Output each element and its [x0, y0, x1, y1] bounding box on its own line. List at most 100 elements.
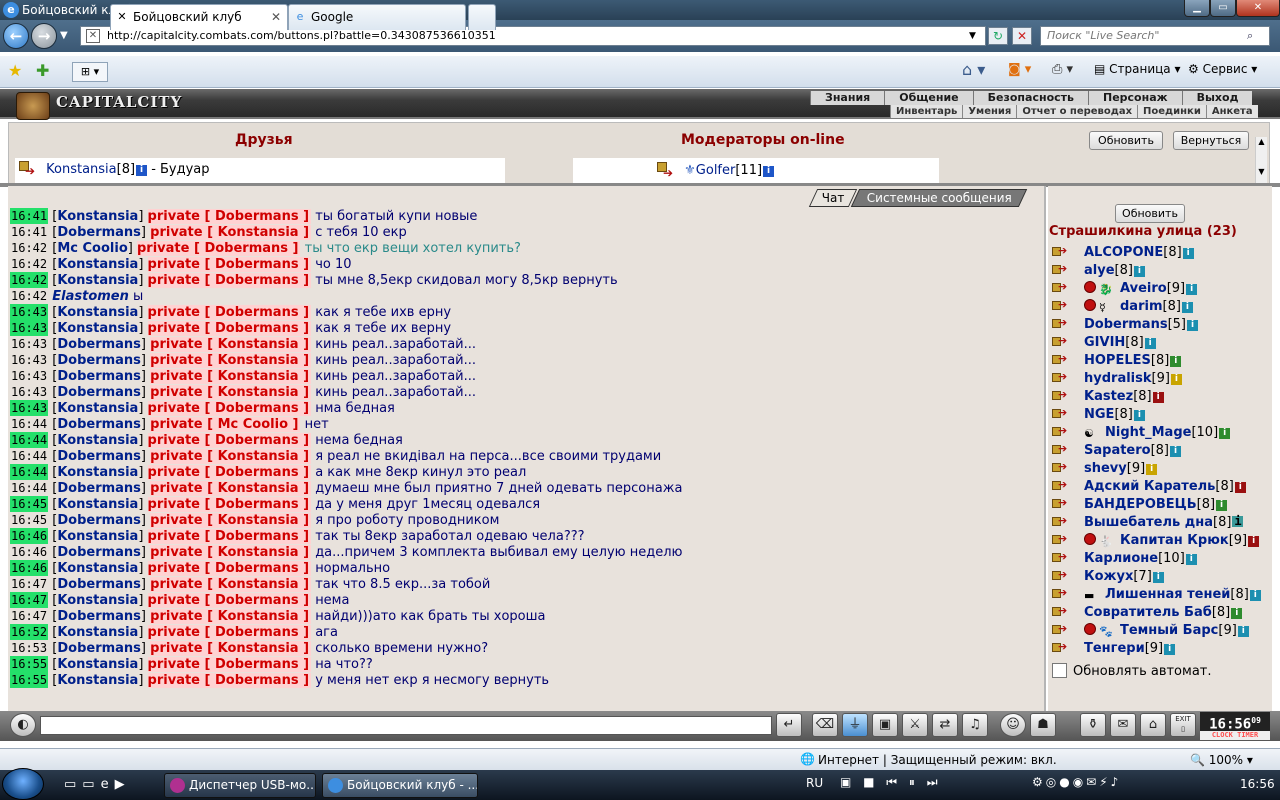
message-time[interactable]: 16:43	[10, 336, 48, 352]
private-recipient[interactable]: private [ Dobermans ]	[147, 209, 312, 224]
page-menu[interactable]: ▤ Страница ▾	[1094, 62, 1181, 76]
private-recipient[interactable]: private [ Dobermans ]	[147, 593, 312, 608]
user-name[interactable]: Адский Каратель	[1084, 479, 1215, 494]
private-arrow-icon[interactable]	[1052, 244, 1074, 260]
bag-icon[interactable]: ⚱	[1080, 713, 1106, 737]
message-sender[interactable]: Konstansia	[57, 433, 138, 448]
user-row[interactable]: shevy[9]i	[1050, 460, 1272, 478]
user-name[interactable]: Вышебатель дна	[1084, 515, 1213, 530]
message-sender[interactable]: Dobermans	[57, 545, 141, 560]
private-recipient[interactable]: private [ Dobermans ]	[147, 273, 312, 288]
info-icon[interactable]: i	[1181, 302, 1193, 313]
message-sender[interactable]: Konstansia	[57, 257, 138, 272]
friend-row[interactable]: Konstansia[8]i - Будуар	[15, 158, 505, 183]
user-row[interactable]: GIVIH[8]i	[1050, 334, 1272, 352]
message-time[interactable]: 16:47	[10, 576, 48, 592]
private-arrow-icon[interactable]	[19, 159, 39, 183]
tab-system-messages[interactable]: Системные сообщения	[850, 189, 1028, 207]
message-time[interactable]: 16:44	[10, 464, 49, 480]
recipient-name[interactable]: Dobermans	[215, 529, 299, 544]
tab-google[interactable]: e Google	[288, 4, 466, 30]
save-chat-icon[interactable]: ▣	[872, 713, 898, 737]
menu-exit[interactable]: Выход	[1181, 91, 1253, 105]
message-time[interactable]: 16:46	[10, 528, 49, 544]
message-sender[interactable]: Konstansia	[57, 625, 138, 640]
private-recipient[interactable]: private [ Dobermans ]	[147, 401, 312, 416]
user-row[interactable]: Kastez[8]i	[1050, 388, 1272, 406]
recipient-name[interactable]: Konstansia	[218, 609, 299, 624]
security-zone[interactable]: Интернет | Защищенный режим: вкл.	[818, 753, 1057, 767]
user-name[interactable]: shevy	[1084, 461, 1127, 476]
user-row[interactable]: Совратитель Баб[8]i	[1050, 604, 1272, 622]
private-recipient[interactable]: private [ Konstansia ]	[150, 513, 312, 528]
start-button[interactable]	[2, 768, 44, 800]
user-name[interactable]: ALCOPONE	[1084, 245, 1163, 260]
menu-profile[interactable]: Анкета	[1205, 105, 1258, 118]
private-recipient[interactable]: private [ Konstansia ]	[150, 545, 312, 560]
private-recipient[interactable]: private [ Konstansia ]	[150, 481, 312, 496]
info-icon[interactable]: i	[136, 165, 148, 176]
search-icon[interactable]: ⌕	[1247, 27, 1253, 45]
stop-icon[interactable]: ✕	[1012, 27, 1032, 45]
recipient-name[interactable]: Konstansia	[218, 353, 299, 368]
tools-menu[interactable]: ⚙ Сервис ▾	[1188, 62, 1257, 76]
recipient-name[interactable]: Dobermans	[215, 625, 299, 640]
message-time[interactable]: 16:55	[10, 672, 49, 688]
recipient-name[interactable]: Dobermans	[215, 273, 299, 288]
user-name[interactable]: alye	[1084, 263, 1115, 278]
tab-chat[interactable]: Чат	[808, 189, 858, 207]
info-icon[interactable]: i	[1144, 338, 1156, 349]
message-sender[interactable]: Konstansia	[57, 561, 138, 576]
message-time[interactable]: 16:42	[10, 240, 48, 256]
message-sender[interactable]: Konstansia	[57, 305, 138, 320]
private-recipient[interactable]: private [ Dobermans ]	[147, 625, 312, 640]
private-recipient[interactable]: private [ Dobermans ]	[147, 529, 312, 544]
menu-transfer-report[interactable]: Отчет о переводах	[1016, 105, 1137, 118]
menu-inventory[interactable]: Инвентарь	[890, 105, 962, 118]
user-row[interactable]: Вышебатель дна[8]i	[1050, 514, 1272, 532]
minimize-button[interactable]: ▁	[1184, 0, 1210, 17]
new-tab-button[interactable]	[468, 4, 496, 30]
info-icon[interactable]: i	[1232, 515, 1244, 527]
user-row[interactable]: NGE[8]i	[1050, 406, 1272, 424]
user-row[interactable]: Sapatero[8]i	[1050, 442, 1272, 460]
close-tab-icon[interactable]: ✕	[271, 5, 281, 29]
private-arrow-icon[interactable]	[1052, 622, 1074, 638]
recipient-name[interactable]: Dobermans	[215, 433, 299, 448]
transfer-icon[interactable]: ⇄	[932, 713, 958, 737]
recipient-name[interactable]: Dobermans	[215, 305, 299, 320]
private-arrow-icon[interactable]	[1052, 370, 1074, 386]
user-name[interactable]: Sapatero	[1084, 443, 1151, 458]
send-icon[interactable]: ↵	[776, 713, 802, 737]
refresh-contacts-button[interactable]: Обновить	[1089, 131, 1163, 150]
info-icon[interactable]: i	[1182, 248, 1194, 259]
user-name[interactable]: БАНДЕРОВЕЦЬ	[1084, 497, 1197, 512]
address-dropdown-icon[interactable]: ▼	[969, 27, 976, 45]
recipient-name[interactable]: Dobermans	[215, 465, 299, 480]
private-recipient[interactable]: private [ Dobermans ]	[136, 241, 301, 256]
message-sender[interactable]: Konstansia	[57, 497, 138, 512]
private-arrow-icon[interactable]	[1052, 298, 1074, 314]
info-icon[interactable]: i	[1170, 356, 1182, 367]
menu-communication[interactable]: Общение	[884, 91, 973, 105]
message-sender[interactable]: Dobermans	[57, 577, 141, 592]
info-icon[interactable]: i	[1152, 572, 1164, 583]
private-recipient[interactable]: private [ Dobermans ]	[147, 305, 312, 320]
message-sender[interactable]: Konstansia	[57, 273, 138, 288]
zoom-level[interactable]: 🔍 100% ▾	[1190, 753, 1253, 767]
user-row[interactable]: ☿ darim[8]i	[1050, 298, 1272, 316]
rss-icon[interactable]: ◙ ▾	[1008, 62, 1031, 77]
message-time[interactable]: 16:44	[10, 448, 48, 464]
user-row[interactable]: 🐉 Aveiro[9]i	[1050, 280, 1272, 298]
private-arrow-icon[interactable]	[1052, 586, 1074, 602]
scroll-icon[interactable]: ✉	[1110, 713, 1136, 737]
private-arrow-icon[interactable]	[1052, 568, 1074, 584]
message-time[interactable]: 16:43	[10, 320, 49, 336]
history-dropdown-icon[interactable]: ▼	[60, 30, 68, 41]
message-sender[interactable]: Konstansia	[57, 529, 138, 544]
user-row[interactable]: 🐇 Капитан Крюк[9]i	[1050, 532, 1272, 550]
language-indicator[interactable]: RU	[806, 776, 823, 790]
message-time[interactable]: 16:44	[10, 432, 49, 448]
message-sender[interactable]: Dobermans	[57, 353, 141, 368]
user-name[interactable]: GIVIH	[1084, 335, 1125, 350]
